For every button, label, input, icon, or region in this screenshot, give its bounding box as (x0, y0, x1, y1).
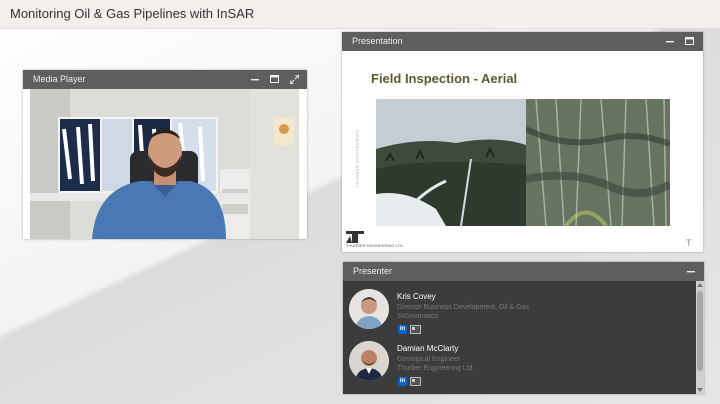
presenter-name: Damian McClarty (397, 344, 459, 353)
presenter-org: 3vGeomatics (397, 313, 438, 320)
slide: Field Inspection - Aerial THURBER ENGINE… (342, 51, 703, 252)
presenter-title: Presenter (353, 266, 393, 276)
aerial-photo-right (526, 99, 670, 226)
minimize-icon[interactable] (664, 35, 676, 47)
slide-side-text: THURBER ENGINEERING (354, 129, 360, 188)
avatar (349, 341, 389, 381)
presenter-role: Geological Engineer (397, 356, 461, 363)
slide-title: Field Inspection - Aerial (371, 71, 518, 86)
scroll-up-icon[interactable] (697, 283, 703, 287)
presenter-video (30, 89, 299, 239)
presenter-role: Director Business Development, Oil & Gas (397, 304, 529, 311)
presenter-list: Kris Covey Director Business Development… (343, 281, 696, 394)
presenter-card: Damian McClarty Geological Engineer Thur… (343, 337, 696, 389)
page-title: Monitoring Oil & Gas Pipelines with InSA… (10, 6, 255, 21)
scroll-down-icon[interactable] (697, 388, 703, 392)
minimize-icon[interactable] (249, 73, 261, 85)
scrollbar[interactable] (696, 281, 704, 394)
contact-card-icon[interactable] (410, 377, 421, 386)
presenter-card: Kris Covey Director Business Development… (343, 285, 696, 337)
video-frame[interactable] (30, 89, 299, 239)
presentation-header[interactable]: Presentation (342, 32, 703, 51)
linkedin-icon[interactable]: in (398, 377, 407, 386)
maximize-icon[interactable] (683, 35, 695, 47)
expand-icon[interactable] (288, 73, 300, 85)
linkedin-icon[interactable]: in (398, 325, 407, 334)
maximize-icon[interactable] (268, 73, 280, 85)
scroll-thumb[interactable] (697, 291, 703, 371)
presentation-title: Presentation (352, 36, 403, 46)
contact-card-icon[interactable] (410, 325, 421, 334)
corner-mark: T (686, 238, 692, 248)
presenter-name: Kris Covey (397, 292, 436, 301)
presentation-panel: Presentation Field Inspection - Aerial T… (342, 32, 703, 252)
aerial-photo-left (376, 99, 526, 226)
minimize-icon[interactable] (685, 265, 697, 277)
media-player-header[interactable]: Media Player (23, 70, 307, 89)
presenter-org: Thurber Engineering Ltd. (397, 365, 475, 372)
top-bar: Monitoring Oil & Gas Pipelines with InSA… (0, 0, 720, 29)
media-player-title: Media Player (33, 74, 86, 84)
avatar (349, 289, 389, 329)
media-player-panel: Media Player (23, 70, 307, 239)
logo-text: THURBER ENGINEERING LTD. (346, 243, 404, 248)
presenter-header[interactable]: Presenter (343, 262, 704, 281)
presenter-panel: Presenter Kris Covey Director Business D… (343, 262, 704, 394)
